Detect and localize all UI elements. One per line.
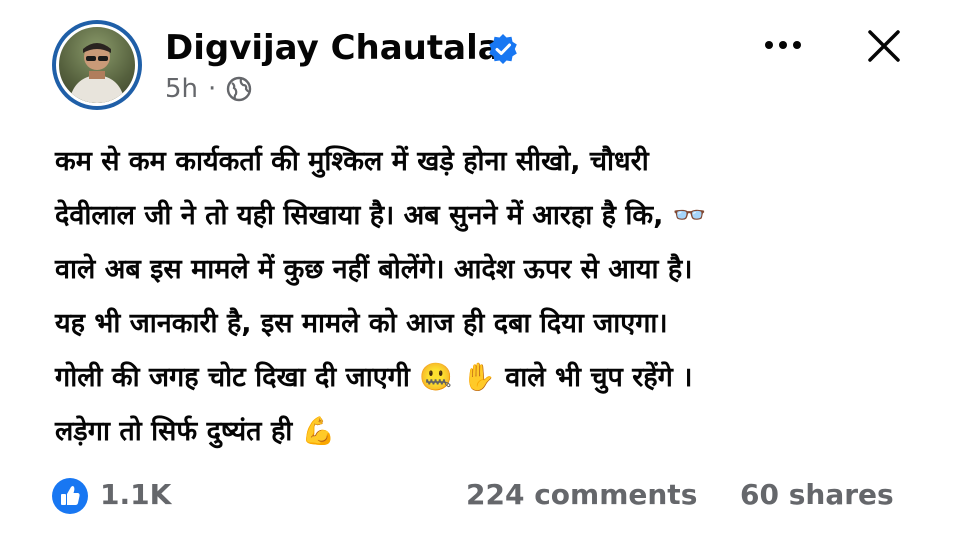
verified-badge-icon: [489, 34, 517, 64]
post-time[interactable]: 5h: [165, 74, 198, 104]
likes-count[interactable]: 1.1K: [100, 478, 171, 511]
avatar[interactable]: [52, 20, 142, 110]
close-icon[interactable]: [864, 26, 904, 66]
avatar-image: [56, 24, 138, 106]
author-name[interactable]: Digvijay Chautala: [165, 28, 501, 68]
avatar-person-illustration: [69, 43, 125, 103]
globe-icon: [227, 76, 252, 102]
meta-separator: ·: [208, 74, 217, 104]
shares-link[interactable]: 60 shares: [740, 478, 894, 511]
post-header: Digvijay Chautala 5h ·: [0, 0, 960, 120]
more-options-icon[interactable]: [760, 30, 806, 60]
like-thumb-icon[interactable]: [52, 478, 88, 514]
comments-link[interactable]: 224 comments: [466, 478, 697, 511]
post-text: कम से कम कार्यकर्ता की मुश्किल में खड़े …: [55, 146, 707, 447]
post-meta: 5h ·: [165, 74, 252, 104]
